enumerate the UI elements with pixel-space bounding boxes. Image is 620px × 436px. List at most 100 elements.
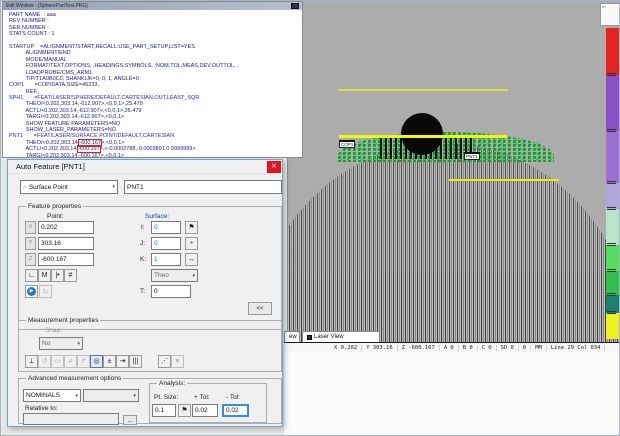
color-scale-tick-label bbox=[607, 269, 616, 273]
offset-point-icon[interactable]: ⇥ bbox=[116, 355, 129, 368]
axes-mode-icon[interactable]: ∟ bbox=[25, 269, 38, 282]
j-label: J: bbox=[140, 240, 145, 247]
edit-window-titlebar[interactable]: Edit Window - [SpherePartTest.PRG] bbox=[3, 2, 302, 10]
x-value-input[interactable] bbox=[38, 221, 94, 234]
pt-size-input[interactable] bbox=[152, 404, 176, 417]
highlighted-value: -600.167 bbox=[79, 140, 101, 146]
point-label: Point: bbox=[47, 213, 64, 220]
snap-in-icon[interactable]: ↲ bbox=[64, 355, 77, 368]
target-circle-icon[interactable]: ◎ bbox=[90, 355, 103, 368]
y-axis-button[interactable]: Y bbox=[25, 237, 36, 250]
sphere-feature bbox=[401, 113, 443, 155]
feature-toolbar: ∟M|•# bbox=[25, 269, 77, 282]
color-scale-tick-label bbox=[607, 293, 616, 297]
pnt1-feature-label[interactable]: PNT1 bbox=[464, 152, 480, 160]
edit-window[interactable]: Edit Window - [SpherePartTest.PRG] PART … bbox=[2, 1, 303, 158]
window-menu-icon[interactable] bbox=[291, 3, 299, 9]
color-scale-segment bbox=[606, 245, 619, 271]
nominals-mode-dropdown[interactable]: ▾ bbox=[83, 389, 139, 402]
snap-out-icon[interactable]: ↱ bbox=[77, 355, 90, 368]
minus-tol-label: - Tol: bbox=[226, 394, 240, 401]
analysis-group: Analysis: Pt. Size: + Tol: - Tol: ⚑ bbox=[149, 383, 267, 423]
point-distance-icon[interactable]: |• bbox=[51, 269, 64, 282]
color-scale-segment bbox=[606, 271, 619, 295]
code-line: TARG/<0.202,303.14,-600.167>,<0,0,1> bbox=[9, 153, 302, 157]
chevron-down-icon: ▾ bbox=[77, 341, 80, 347]
z-axis-button[interactable]: Z bbox=[25, 253, 36, 266]
snap-value: No bbox=[42, 340, 50, 347]
status-cell: B 0 bbox=[459, 345, 478, 351]
read-from-machine-icon[interactable]: ⚑ bbox=[185, 221, 198, 234]
surface-label: Surface: bbox=[145, 213, 169, 220]
feature-type-value: Surface Point bbox=[29, 184, 68, 191]
dialog-title[interactable]: Auto Feature [PNT1] bbox=[8, 160, 282, 174]
laser-view-icon bbox=[307, 335, 312, 340]
collapse-button[interactable]: << bbox=[248, 302, 272, 315]
color-scale-segment bbox=[606, 209, 619, 245]
j-value-input[interactable] bbox=[151, 237, 181, 250]
status-cell: Line 29 Col 034 bbox=[547, 345, 606, 351]
theo-dropdown[interactable]: Theo ▾ bbox=[151, 269, 198, 282]
color-scale-tick-label bbox=[607, 73, 616, 77]
grid-icon[interactable]: # bbox=[64, 269, 77, 282]
workspace-background bbox=[284, 353, 620, 436]
tolerance-zone-icon[interactable]: ± bbox=[103, 355, 116, 368]
regenerate-icon[interactable]: ↻ bbox=[39, 285, 52, 298]
color-scale-tick-label bbox=[607, 129, 616, 133]
x-axis-button[interactable]: X bbox=[25, 221, 36, 234]
graphics-view[interactable]: COP1 PNT1 ▪▪▪ bbox=[287, 1, 620, 342]
color-scale-tick-label bbox=[607, 311, 616, 315]
flip-vector-icon[interactable]: ÷ bbox=[185, 237, 198, 250]
status-cell: 0 bbox=[519, 345, 531, 351]
minus-tol-input[interactable] bbox=[222, 404, 249, 417]
chevron-down-icon: ▾ bbox=[133, 393, 136, 399]
tab-partial-view[interactable]: ew bbox=[284, 331, 300, 342]
browse-button[interactable]: ... bbox=[123, 415, 137, 425]
status-cell: X 0.202 bbox=[330, 345, 362, 351]
relative-to-input[interactable] bbox=[23, 413, 119, 425]
scan-density-icon[interactable]: ||| bbox=[129, 355, 142, 368]
pt-size-label: Pt. Size: bbox=[154, 394, 178, 401]
swap-vector-icon[interactable]: ↔ bbox=[185, 253, 198, 266]
auto-feature-dialog: Auto Feature [PNT1] ✕ ∴ Surface Point ▾ … bbox=[7, 159, 283, 427]
chevron-down-icon: ▾ bbox=[192, 273, 195, 279]
color-scale-segment bbox=[606, 183, 619, 209]
filter-icon[interactable]: ▼ bbox=[171, 355, 184, 368]
nominals-dropdown[interactable]: NOMINALS ▾ bbox=[23, 389, 81, 402]
point-path-icon[interactable]: ⋰ bbox=[158, 355, 171, 368]
measurement-properties-group: Measurement properties Snap: No ▾ ⟂↺▭↲↱◎… bbox=[18, 320, 282, 372]
analysis-display-icon[interactable]: ⚑ bbox=[178, 404, 191, 417]
feature-properties-group: Feature properties Point: X Y Z ∟M|•# ▶ … bbox=[18, 206, 282, 330]
feature-name-input[interactable] bbox=[124, 180, 282, 194]
t-value-input[interactable] bbox=[151, 285, 191, 298]
i-value-input[interactable] bbox=[151, 221, 181, 234]
undo-icon[interactable]: ↺ bbox=[38, 355, 51, 368]
y-value-input[interactable] bbox=[38, 237, 94, 250]
status-cell: MM bbox=[531, 345, 547, 351]
measure-now-icon[interactable]: ▶ bbox=[25, 285, 38, 298]
theo-value: Theo bbox=[154, 272, 169, 279]
region-icon[interactable]: ▭ bbox=[51, 355, 64, 368]
t-label: T: bbox=[140, 288, 145, 295]
color-scale-segment bbox=[606, 131, 619, 183]
find-nominals-icon[interactable]: M bbox=[38, 269, 51, 282]
close-icon[interactable]: ✕ bbox=[267, 161, 281, 173]
z-value-input[interactable] bbox=[38, 253, 94, 266]
color-scale-tick-label bbox=[607, 243, 616, 247]
relative-to-label: Relative to: bbox=[25, 405, 58, 412]
snap-dropdown[interactable]: No ▾ bbox=[39, 337, 83, 350]
plus-tol-label: + Tol: bbox=[194, 394, 210, 401]
cop1-feature-label[interactable]: COP1 bbox=[339, 140, 355, 148]
feature-type-dropdown[interactable]: ∴ Surface Point ▾ bbox=[20, 180, 118, 194]
measurement-properties-legend: Measurement properties bbox=[26, 317, 100, 324]
plus-tol-input[interactable] bbox=[192, 404, 218, 417]
view-tab-bar: ew Laser View bbox=[284, 331, 620, 342]
k-value-input[interactable] bbox=[151, 253, 181, 266]
chevron-down-icon: ▾ bbox=[75, 393, 78, 399]
probe-depth-icon[interactable]: ⟂ bbox=[25, 355, 38, 368]
code-editor[interactable]: PART NAME : aaaREV NUMBER : SER NUMBER :… bbox=[3, 10, 302, 157]
color-scale-segment bbox=[606, 28, 619, 75]
i-label: I: bbox=[141, 224, 145, 231]
status-cell: SD 0 bbox=[497, 345, 519, 351]
tab-laser-view[interactable]: Laser View bbox=[302, 331, 380, 342]
